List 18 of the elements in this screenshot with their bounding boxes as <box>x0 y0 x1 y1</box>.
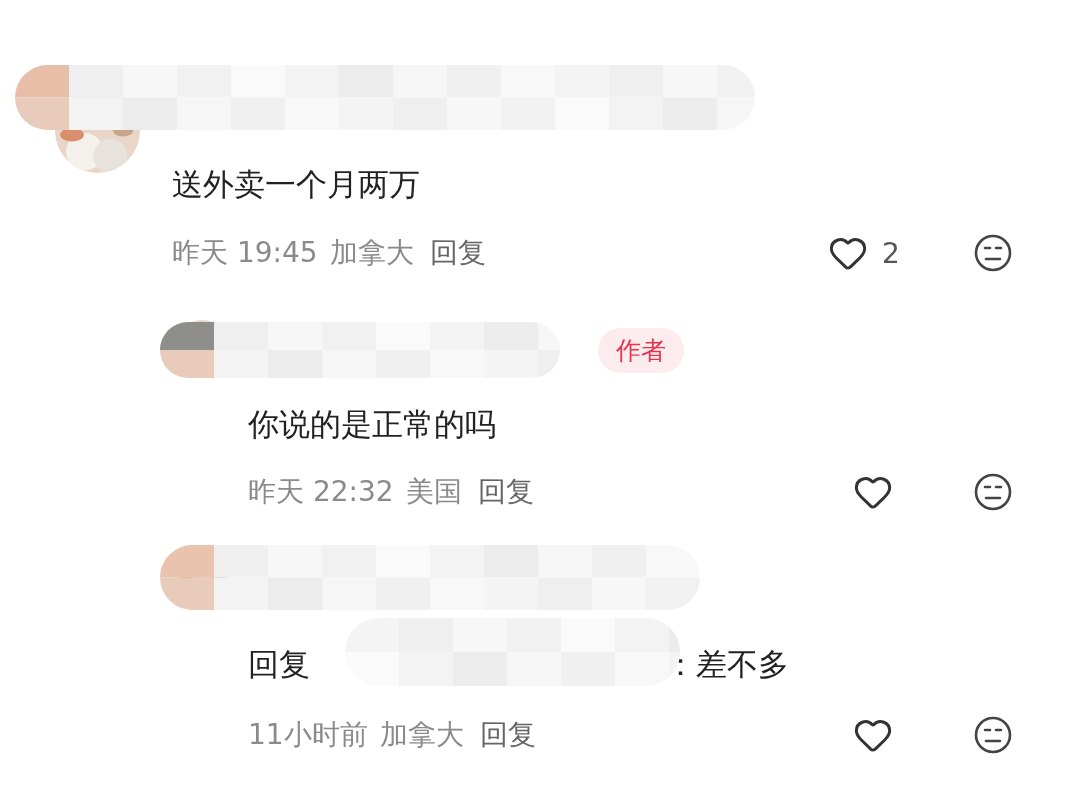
author-badge: 作者 <box>598 328 684 373</box>
comment-time: 昨天 19:45 <box>172 235 318 271</box>
reply-prefix: 回复 <box>248 645 310 684</box>
reply-link[interactable]: 回复 <box>477 473 534 511</box>
comment-time: 11小时前 <box>248 717 368 753</box>
comment-text: 你说的是正常的吗 <box>248 405 496 444</box>
comment-text: ：差不多 <box>665 645 789 684</box>
comment-location: 加拿大 <box>329 235 414 271</box>
comment-text: 送外卖一个月两万 <box>172 165 420 204</box>
comment-location: 美国 <box>405 474 462 510</box>
reply-link[interactable]: 回复 <box>479 716 536 754</box>
comment-location: 加拿大 <box>379 717 464 753</box>
neutral-face-icon[interactable] <box>973 472 1013 512</box>
comment-time: 昨天 22:32 <box>248 474 394 510</box>
neutral-face-icon[interactable] <box>973 233 1013 273</box>
like-count: 2 <box>882 236 901 270</box>
neutral-face-icon[interactable] <box>973 715 1013 755</box>
reply-link[interactable]: 回复 <box>429 234 486 272</box>
